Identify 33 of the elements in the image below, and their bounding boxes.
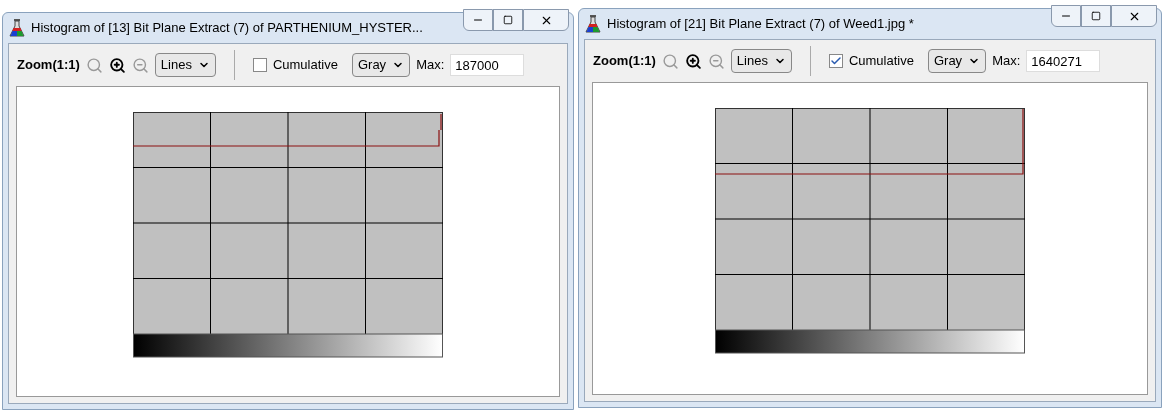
- zoom-out-icon[interactable]: [707, 52, 725, 70]
- close-button[interactable]: [523, 9, 569, 31]
- max-label: Max:: [992, 52, 1021, 71]
- zoom-reset-icon[interactable]: [85, 56, 103, 74]
- zoom-in-icon[interactable]: [684, 52, 702, 70]
- window-title: Histogram of [13] Bit Plane Extract (7) of PARTHENIUM_HYSTER...: [31, 19, 423, 38]
- max-field[interactable]: 1640271: [1026, 50, 1101, 72]
- flask-icon: [585, 15, 601, 33]
- maximize-icon: [1091, 11, 1101, 21]
- plot-style-dropdown[interactable]: Lines: [154, 53, 216, 77]
- plot-style-dropdown[interactable]: Lines: [730, 49, 792, 73]
- maximize-button[interactable]: [493, 9, 523, 31]
- cumulative-checkbox[interactable]: [828, 54, 843, 68]
- zoom-label: Zoom(1:1): [593, 52, 656, 71]
- maximize-button[interactable]: [1081, 5, 1111, 27]
- max-label: Max:: [416, 56, 445, 75]
- zoom-label: Zoom(1:1): [17, 56, 80, 75]
- channel-dropdown[interactable]: Gray: [927, 49, 987, 73]
- cumulative-label: Cumulative: [272, 56, 338, 75]
- max-field[interactable]: 187000: [450, 54, 525, 76]
- check-icon: [829, 55, 842, 67]
- minimize-button[interactable]: [463, 9, 493, 31]
- zoom-in-icon[interactable]: [108, 56, 126, 74]
- minimize-button[interactable]: [1051, 5, 1081, 27]
- cumulative-label: Cumulative: [848, 52, 914, 71]
- close-button[interactable]: [1111, 5, 1157, 27]
- channel-dropdown[interactable]: Gray: [351, 53, 411, 77]
- zoom-out-icon[interactable]: [131, 56, 149, 74]
- cumulative-checkbox[interactable]: [252, 58, 267, 72]
- maximize-icon: [503, 15, 513, 25]
- zoom-reset-icon[interactable]: [661, 52, 679, 70]
- window-title: Histogram of [21] Bit Plane Extract (7) of Weed1.jpg *: [607, 15, 914, 34]
- flask-icon: [9, 19, 25, 37]
